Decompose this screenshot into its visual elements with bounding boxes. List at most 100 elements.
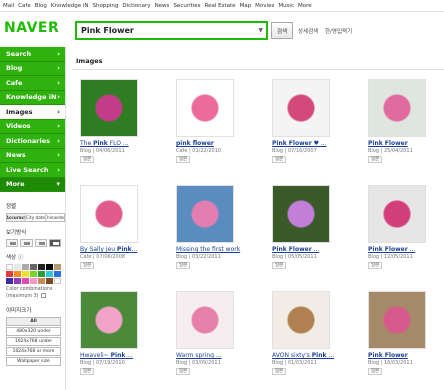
result-tag[interactable]: 일본 bbox=[368, 262, 383, 269]
checkbox[interactable] bbox=[40, 293, 46, 298]
sidebar-item-more[interactable]: More ▾ bbox=[0, 177, 65, 192]
view-grid-icon[interactable] bbox=[48, 239, 61, 247]
color-swatch[interactable] bbox=[46, 264, 53, 270]
result-thumbnail[interactable] bbox=[368, 79, 426, 137]
topnav-link-1[interactable]: Cafe bbox=[18, 3, 31, 9]
result-title-link[interactable]: Pink Flower ... bbox=[272, 246, 319, 253]
color-swatch[interactable] bbox=[14, 271, 21, 277]
topnav-link-3[interactable]: Knowledge iN bbox=[51, 3, 89, 9]
color-swatch[interactable] bbox=[46, 278, 53, 284]
result-source[interactable]: Blog bbox=[272, 148, 283, 154]
result-tag[interactable]: 일본 bbox=[272, 156, 287, 163]
ime-link[interactable]: 한/영입력기 bbox=[325, 29, 352, 35]
result-title-link[interactable]: AVON sixty's Pink ... bbox=[272, 352, 334, 359]
result-title-link[interactable]: pink flower bbox=[176, 140, 214, 147]
sidebar-item-live-search[interactable]: Live Search › bbox=[0, 163, 65, 178]
result-tag[interactable]: 일본 bbox=[272, 262, 287, 269]
size-option[interactable]: 1024x768 or more bbox=[6, 347, 61, 356]
result-thumbnail[interactable] bbox=[80, 79, 138, 137]
topnav-link-8[interactable]: Real Estate bbox=[205, 3, 236, 9]
result-title-link[interactable]: Pink Flower bbox=[368, 352, 408, 359]
result-title-link[interactable]: By Sally jeu Pink... bbox=[80, 246, 137, 253]
topnav-link-2[interactable]: Blog bbox=[35, 3, 47, 9]
result-tag[interactable]: 일본 bbox=[80, 156, 95, 163]
result-source[interactable]: Cafe bbox=[80, 254, 91, 260]
result-title-link[interactable]: Warm spring ... bbox=[176, 352, 222, 359]
topnav-link-5[interactable]: Dictionary bbox=[122, 3, 150, 9]
advanced-search-link[interactable]: 상세검색 bbox=[298, 29, 318, 35]
topnav-link-10[interactable]: Movies bbox=[255, 3, 274, 9]
sidebar-item-knowledge-in[interactable]: Knowledge iN › bbox=[0, 90, 65, 105]
sort-chinasdos[interactable]: Chinasdos bbox=[46, 214, 64, 221]
color-swatch[interactable] bbox=[6, 264, 13, 270]
result-tag[interactable]: 일본 bbox=[80, 262, 95, 269]
result-thumbnail[interactable] bbox=[80, 291, 138, 349]
result-tag[interactable]: 일본 bbox=[368, 156, 383, 163]
color-swatch[interactable] bbox=[14, 278, 21, 284]
color-swatch[interactable] bbox=[38, 264, 45, 270]
color-swatch[interactable] bbox=[54, 271, 61, 277]
result-tag[interactable]: 일본 bbox=[368, 368, 383, 375]
topnav-link-0[interactable]: Mail bbox=[3, 3, 14, 9]
result-source[interactable]: Blog bbox=[176, 360, 187, 366]
color-swatch[interactable] bbox=[22, 278, 29, 284]
result-thumbnail[interactable] bbox=[368, 185, 426, 243]
color-swatch[interactable] bbox=[46, 271, 53, 277]
result-title-link[interactable]: Hwaveli~ Pink ... bbox=[80, 352, 133, 359]
view-small-icon[interactable] bbox=[6, 239, 19, 247]
size-option[interactable]: 1024x768 under bbox=[6, 337, 61, 346]
size-option[interactable]: All bbox=[6, 317, 61, 326]
result-thumbnail[interactable] bbox=[176, 185, 234, 243]
sidebar-item-news[interactable]: News › bbox=[0, 148, 65, 163]
result-thumbnail[interactable] bbox=[368, 291, 426, 349]
color-swatch[interactable] bbox=[54, 264, 61, 270]
result-tag[interactable]: 일본 bbox=[176, 368, 191, 375]
result-source[interactable]: Blog bbox=[368, 360, 379, 366]
sidebar-item-images[interactable]: Images › bbox=[0, 105, 65, 120]
search-input[interactable] bbox=[81, 24, 251, 37]
color-swatch[interactable] bbox=[30, 264, 37, 270]
topnav-link-6[interactable]: News bbox=[155, 3, 170, 9]
result-title-link[interactable]: Missing the first work bbox=[176, 246, 240, 253]
result-thumbnail[interactable] bbox=[80, 185, 138, 243]
color-swatch[interactable] bbox=[30, 271, 37, 277]
view-medium-icon[interactable] bbox=[20, 239, 33, 247]
naver-logo[interactable]: NAVER bbox=[4, 20, 59, 36]
result-tag[interactable]: 일본 bbox=[80, 368, 95, 375]
topnav-link-4[interactable]: Shopping bbox=[93, 3, 119, 9]
result-source[interactable]: Blog bbox=[272, 254, 283, 260]
topnav-link-9[interactable]: Map bbox=[240, 3, 252, 9]
chevron-down-icon[interactable]: ▼ bbox=[258, 27, 263, 34]
result-tag[interactable]: 일본 bbox=[176, 156, 191, 163]
result-source[interactable]: Blog bbox=[80, 148, 91, 154]
search-button[interactable]: 검색 bbox=[271, 22, 293, 39]
view-large-icon[interactable] bbox=[34, 239, 47, 247]
sidebar-item-cafe[interactable]: Cafe › bbox=[0, 76, 65, 91]
result-source[interactable]: Blog bbox=[368, 148, 379, 154]
sidebar-item-search[interactable]: Search › bbox=[0, 47, 65, 62]
color-combinations[interactable]: Color combinations (maximum 3) bbox=[6, 287, 61, 300]
result-thumbnail[interactable] bbox=[176, 79, 234, 137]
result-source[interactable]: Blog bbox=[368, 254, 379, 260]
color-swatch[interactable] bbox=[38, 271, 45, 277]
color-swatch[interactable] bbox=[30, 278, 37, 284]
color-swatch[interactable] bbox=[22, 271, 29, 277]
topnav-link-11[interactable]: Music bbox=[278, 3, 294, 9]
result-title-link[interactable]: Pink Flower ♥ ... bbox=[272, 140, 327, 147]
result-title-link[interactable]: Pink Flower bbox=[368, 140, 408, 147]
size-option[interactable]: 480x320 under bbox=[6, 327, 61, 336]
color-swatch[interactable] bbox=[14, 264, 21, 270]
topnav-link-7[interactable]: Securities bbox=[173, 3, 200, 9]
result-thumbnail[interactable] bbox=[176, 291, 234, 349]
search-box[interactable]: ▼ bbox=[75, 21, 268, 40]
result-thumbnail[interactable] bbox=[272, 291, 330, 349]
result-tag[interactable]: 일본 bbox=[176, 262, 191, 269]
topnav-link-12[interactable]: More bbox=[298, 3, 312, 9]
color-swatch[interactable] bbox=[38, 278, 45, 284]
sidebar-item-dictionaries[interactable]: Dictionaries › bbox=[0, 134, 65, 149]
result-source[interactable]: Blog bbox=[80, 360, 91, 366]
result-title-link[interactable]: Pink Flower ... bbox=[368, 246, 415, 253]
result-tag[interactable]: 일본 bbox=[272, 368, 287, 375]
result-source[interactable]: Blog bbox=[176, 254, 187, 260]
result-thumbnail[interactable] bbox=[272, 185, 330, 243]
